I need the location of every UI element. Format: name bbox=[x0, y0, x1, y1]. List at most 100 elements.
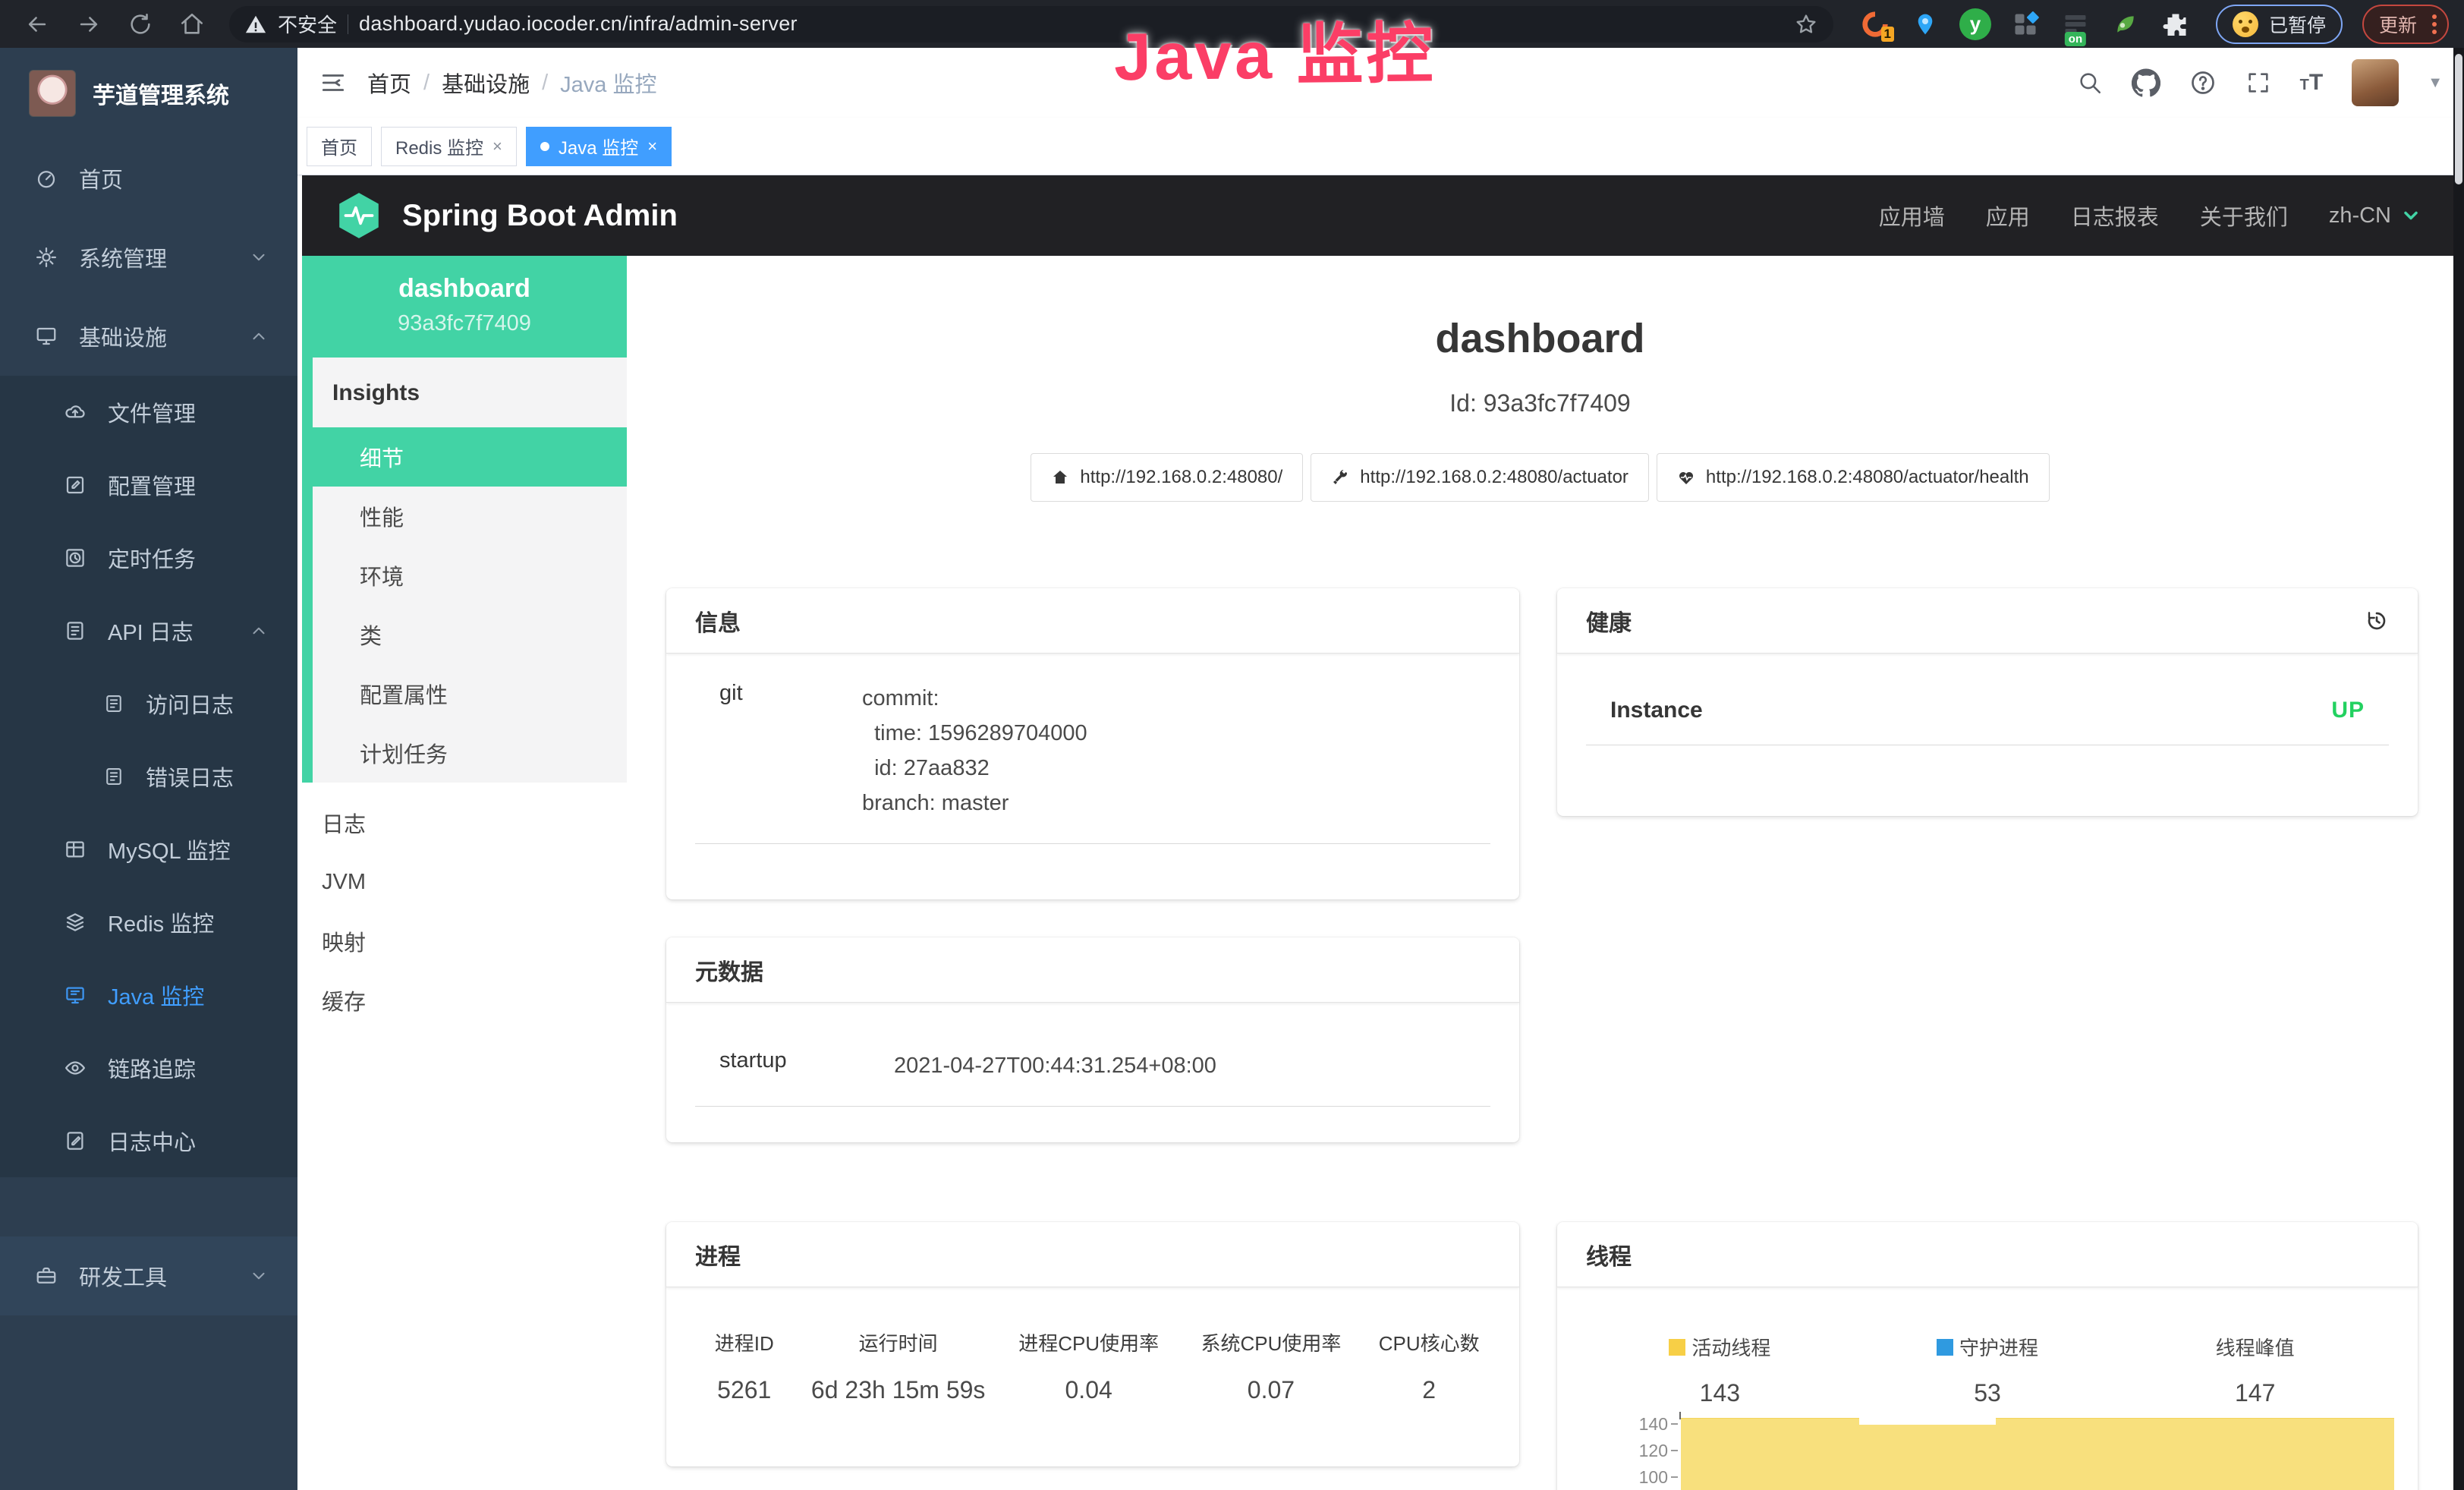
health-instance-row: Instance UP bbox=[1586, 698, 2389, 745]
sidebar-item-home[interactable]: 首页 bbox=[0, 139, 297, 218]
sidebar-item-redis[interactable]: Redis 监控 bbox=[0, 886, 297, 959]
sba-nav-wall[interactable]: 应用墙 bbox=[1879, 200, 1945, 232]
forward-icon[interactable] bbox=[67, 7, 111, 42]
sba-nav-applications[interactable]: 应用 bbox=[1986, 200, 2030, 232]
gauge-icon bbox=[35, 167, 58, 190]
app-logo-row[interactable]: 芋道管理系统 bbox=[0, 48, 297, 139]
fullscreen-icon[interactable] bbox=[2245, 70, 2271, 96]
sba-nav-journal[interactable]: 日志报表 bbox=[2071, 200, 2159, 232]
y-tick-140: 140 bbox=[1619, 1414, 1668, 1435]
sidebar-item-error-log[interactable]: 错误日志 bbox=[0, 740, 297, 813]
sba-item-mappings[interactable]: 映射 bbox=[302, 912, 627, 971]
sba-item-logs[interactable]: 日志 bbox=[302, 793, 627, 852]
sba-item-scheduled[interactable]: 计划任务 bbox=[313, 723, 627, 783]
sba-locale-select[interactable]: zh-CN bbox=[2329, 203, 2422, 228]
sidebar-item-infra[interactable]: 基础设施 bbox=[0, 297, 297, 376]
bookmark-star-icon[interactable] bbox=[1794, 12, 1818, 36]
instance-home-link[interactable]: http://192.168.0.2:48080/ bbox=[1031, 453, 1303, 502]
close-icon[interactable]: × bbox=[492, 137, 502, 156]
extension-grid-icon[interactable] bbox=[2009, 8, 2041, 40]
process-cpu: 0.04 bbox=[996, 1376, 1182, 1404]
sidebar-item-devtools[interactable]: 研发工具 bbox=[0, 1236, 297, 1315]
security-label[interactable]: 不安全 bbox=[278, 10, 337, 38]
tab-home[interactable]: 首页 bbox=[307, 127, 372, 166]
home-icon bbox=[1051, 468, 1069, 487]
close-icon[interactable]: × bbox=[647, 137, 657, 156]
github-icon[interactable] bbox=[2132, 68, 2160, 97]
sidebar-item-access-log[interactable]: 访问日志 bbox=[0, 667, 297, 740]
annotation-java-monitor: Java 监控 bbox=[1113, 0, 1437, 99]
instance-actuator-link[interactable]: http://192.168.0.2:48080/actuator bbox=[1311, 453, 1649, 502]
chevron-up-icon bbox=[249, 621, 269, 641]
metadata-startup-label: startup bbox=[719, 1048, 894, 1083]
timer-icon bbox=[64, 547, 87, 569]
sidebar-item-tracing[interactable]: 链路追踪 bbox=[0, 1032, 297, 1104]
page-scrollbar[interactable] bbox=[2453, 48, 2464, 1490]
back-icon[interactable] bbox=[15, 7, 59, 42]
extension-orange-icon[interactable]: 1 bbox=[1859, 8, 1891, 40]
url-text[interactable]: dashboard.yudao.iocoder.cn/infra/admin-s… bbox=[359, 12, 798, 36]
extension-leaf-icon[interactable] bbox=[2110, 8, 2141, 40]
search-icon[interactable] bbox=[2077, 70, 2103, 96]
extension-pin-icon[interactable] bbox=[1909, 8, 1941, 40]
sba-item-details[interactable]: 细节 bbox=[302, 427, 627, 487]
cpu-cores: 2 bbox=[1360, 1376, 1498, 1404]
insights-label: Insights bbox=[313, 358, 627, 427]
paused-badge[interactable]: 已暂停 bbox=[2216, 5, 2343, 44]
sidebar-item-java[interactable]: Java 监控 bbox=[0, 959, 297, 1032]
info-git-label: git bbox=[719, 681, 862, 821]
sba-body: dashboard 93a3fc7f7409 Insights 细节 性能 环境… bbox=[302, 256, 2453, 1490]
extension-green-y-icon[interactable]: y bbox=[1959, 8, 1991, 40]
metadata-startup-value: 2021-04-27T00:44:31.254+08:00 bbox=[894, 1048, 1216, 1083]
breadcrumb-home[interactable]: 首页 bbox=[367, 67, 411, 99]
help-icon[interactable] bbox=[2189, 69, 2217, 96]
user-caret-icon[interactable]: ▼ bbox=[2428, 74, 2443, 92]
legend-daemon-threads: 守护进程 53 bbox=[1854, 1333, 2122, 1407]
process-table-values: 5261 6d 23h 15m 59s 0.04 0.07 2 bbox=[688, 1376, 1498, 1404]
process-card: 进程 进程ID 运行时间 进程CPU使用率 系统CPU使用率 CPU核心数 52… bbox=[666, 1222, 1519, 1466]
user-avatar[interactable] bbox=[2352, 59, 2399, 106]
sba-item-config-props[interactable]: 配置属性 bbox=[313, 664, 627, 723]
instance-health-link[interactable]: http://192.168.0.2:48080/actuator/health bbox=[1657, 453, 2050, 502]
address-bar[interactable]: 不安全 dashboard.yudao.iocoder.cn/infra/adm… bbox=[229, 6, 1833, 43]
sba-logo-icon bbox=[334, 191, 384, 241]
sidebar-item-mysql[interactable]: MySQL 监控 bbox=[0, 813, 297, 886]
sidebar-item-file[interactable]: 文件管理 bbox=[0, 376, 297, 449]
sidebar-item-api-log[interactable]: API 日志 bbox=[0, 594, 297, 667]
info-git-row: git commit: time: 1596289704000 id: 27aa… bbox=[695, 675, 1490, 844]
sba-item-environment[interactable]: 环境 bbox=[313, 546, 627, 605]
layers-icon bbox=[64, 911, 87, 934]
sidebar-item-log-center[interactable]: 日志中心 bbox=[0, 1104, 297, 1177]
sba-nav-about[interactable]: 关于我们 bbox=[2200, 200, 2288, 232]
reload-icon[interactable] bbox=[118, 7, 162, 42]
sba-item-metrics[interactable]: 性能 bbox=[313, 487, 627, 546]
breadcrumb-section[interactable]: 基础设施 bbox=[442, 67, 530, 99]
hamburger-icon[interactable] bbox=[319, 68, 348, 97]
not-secure-warning-icon bbox=[244, 13, 267, 36]
sba-item-jvm[interactable]: JVM bbox=[302, 852, 627, 912]
health-status-badge: UP bbox=[2331, 698, 2365, 723]
extension-puzzle-icon[interactable] bbox=[2160, 8, 2192, 40]
font-size-icon[interactable]: TT bbox=[2300, 70, 2324, 96]
insights-group: Insights 细节 性能 环境 类 配置属性 计划任务 bbox=[302, 358, 627, 783]
extension-proxy-icon[interactable]: on bbox=[2060, 8, 2091, 40]
tab-java[interactable]: Java 监控 × bbox=[526, 127, 672, 166]
app-logo bbox=[29, 70, 76, 117]
heartbeat-icon bbox=[1677, 468, 1695, 487]
home-icon[interactable] bbox=[170, 7, 214, 42]
scrollbar-thumb[interactable] bbox=[2455, 54, 2462, 184]
sba-nav: 应用墙 应用 日志报表 关于我们 zh-CN bbox=[1879, 200, 2422, 232]
screen: 不安全 dashboard.yudao.iocoder.cn/infra/adm… bbox=[0, 0, 2464, 1490]
sba-item-classes[interactable]: 类 bbox=[313, 605, 627, 664]
sba-instance-header[interactable]: dashboard 93a3fc7f7409 bbox=[302, 256, 627, 358]
main-area: 首页 / 基础设施 / Java 监控 TT ▼ bbox=[297, 48, 2464, 1490]
area-series-live-threads bbox=[1681, 1418, 2394, 1490]
sidebar-item-system[interactable]: 系统管理 bbox=[0, 218, 297, 297]
browser-menu-icon[interactable] bbox=[2428, 14, 2437, 34]
history-icon[interactable] bbox=[2365, 609, 2389, 633]
sba-item-caches[interactable]: 缓存 bbox=[302, 971, 627, 1030]
sidebar-item-config[interactable]: 配置管理 bbox=[0, 449, 297, 521]
update-button[interactable]: 更新 bbox=[2362, 5, 2449, 44]
sidebar-item-job[interactable]: 定时任务 bbox=[0, 521, 297, 594]
tab-redis[interactable]: Redis 监控 × bbox=[381, 127, 517, 166]
